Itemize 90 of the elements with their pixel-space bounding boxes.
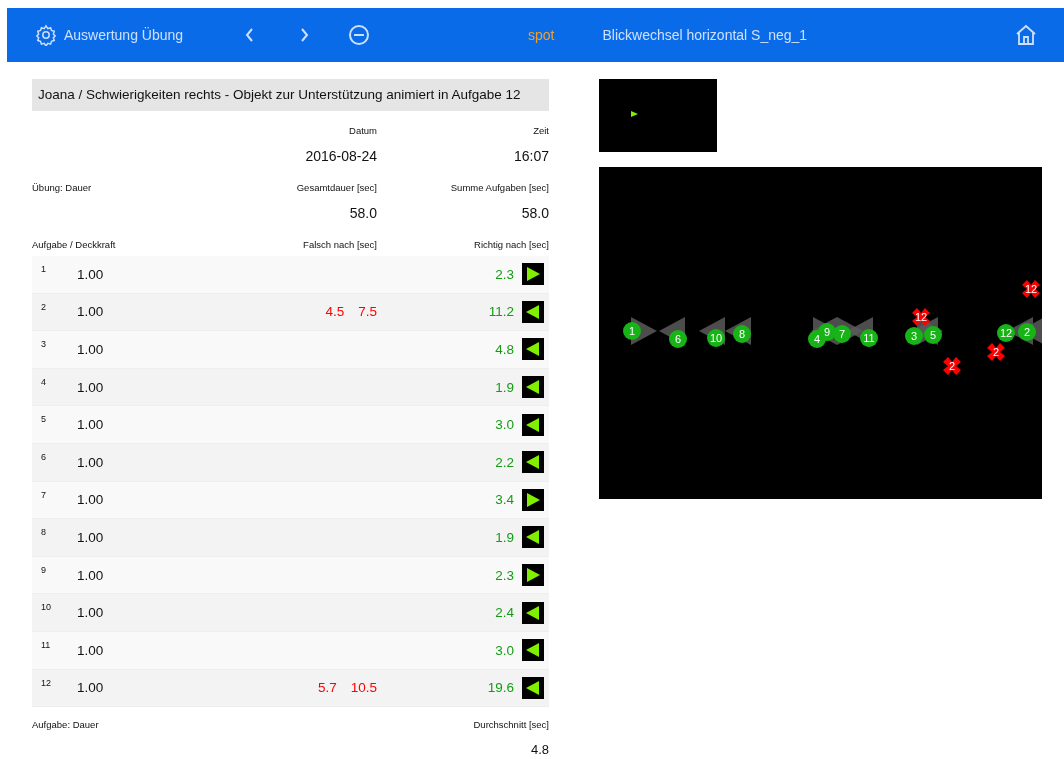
summary-value: 16:07: [512, 148, 549, 164]
column-label: Gesamtdauer [sec]: [295, 182, 377, 193]
task-number: 1: [40, 263, 47, 274]
home-icon[interactable]: [1014, 23, 1038, 47]
play-left-icon[interactable]: [522, 676, 544, 699]
play-left-icon[interactable]: [522, 526, 544, 549]
wrong-time: 10.5: [350, 680, 377, 696]
hit-marker: 6: [669, 330, 687, 348]
hit-marker: 3: [905, 327, 923, 345]
opacity-value: 1.00: [77, 417, 105, 433]
wrong-time: 5.7: [317, 680, 337, 696]
task-number: 4: [40, 375, 47, 387]
play-right-icon[interactable]: [522, 564, 544, 587]
wrong-time: 4.5: [325, 304, 345, 320]
play-left-icon[interactable]: [522, 413, 544, 436]
session-title: Joana / Schwierigkeiten rechts - Objekt zur Unterstützung animiert in Aufgabe 12: [32, 79, 549, 111]
hit-marker: 11: [860, 329, 878, 347]
column-label: Datum: [348, 125, 377, 136]
opacity-value: 1.00: [77, 680, 105, 696]
task-number: 10: [40, 601, 52, 613]
correct-time: 2.3: [494, 266, 515, 282]
minus-circle-icon[interactable]: [348, 24, 370, 46]
wrong-time: 7.5: [358, 304, 377, 320]
task-number: 3: [40, 338, 47, 350]
task-number: 12: [40, 676, 52, 688]
mode-label: spot: [528, 27, 555, 43]
opacity-value: 1.00: [77, 304, 105, 320]
duration-value: 58.0: [348, 205, 377, 221]
correct-time: 3.0: [494, 642, 515, 658]
correct-time: 1.9: [494, 379, 515, 395]
play-left-icon[interactable]: [522, 601, 544, 624]
task-number: 6: [40, 450, 47, 462]
section-label: Aufgabe: Dauer: [32, 719, 100, 731]
hit-marker: 10: [707, 329, 725, 347]
opacity-value: 1.00: [77, 379, 105, 395]
column-header: Falsch nach [sec]: [302, 239, 377, 250]
play-left-icon[interactable]: [522, 451, 544, 474]
play-right-icon[interactable]: [522, 488, 544, 511]
column-header: Aufgabe / Deckkraft: [32, 239, 117, 250]
page-title: Auswertung Übung: [64, 27, 185, 43]
correct-time: 3.0: [494, 417, 515, 433]
column-label: Durchschnitt [sec]: [472, 719, 549, 731]
play-left-icon[interactable]: [522, 376, 544, 399]
hit-marker: 2: [1018, 323, 1036, 341]
column-label: Zeit: [532, 125, 549, 136]
play-left-icon[interactable]: [522, 338, 544, 361]
play-left-icon[interactable]: [522, 639, 544, 662]
play-right-icon[interactable]: [522, 263, 544, 286]
task-number: 9: [40, 563, 47, 575]
opacity-value: 1.00: [77, 266, 105, 282]
opacity-value: 1.00: [77, 642, 105, 658]
task-number: 5: [40, 413, 47, 425]
chevron-right-icon[interactable]: [298, 27, 310, 43]
task-number: 8: [40, 526, 47, 538]
column-label: Summe Aufgaben [sec]: [449, 182, 549, 193]
miss-marker: 12: [912, 308, 930, 326]
settings-icon[interactable]: [35, 24, 57, 46]
task-number: 11: [40, 638, 52, 650]
section-label: Übung: Dauer: [32, 182, 93, 193]
opacity-value: 1.00: [77, 529, 105, 545]
opacity-value: 1.00: [77, 492, 105, 508]
opacity-value: 1.00: [77, 567, 105, 583]
correct-time: 1.9: [494, 529, 515, 545]
correct-time: 2.4: [494, 605, 515, 621]
task-number: 7: [40, 488, 47, 500]
column-header: Richtig nach [sec]: [473, 239, 549, 250]
hit-marker: 1: [623, 322, 641, 340]
correct-time: 11.2: [487, 304, 515, 320]
correct-time: 2.3: [494, 567, 515, 583]
hit-marker: 12: [997, 324, 1015, 342]
summary-value: 2016-08-24: [304, 148, 377, 164]
hit-marker: 5: [924, 326, 942, 344]
average-value: 4.8: [529, 742, 549, 758]
task-number: 2: [40, 300, 47, 312]
hit-marker: 8: [733, 325, 751, 343]
opacity-value: 1.00: [77, 605, 105, 621]
opacity-value: 1.00: [77, 454, 105, 470]
opacity-value: 1.00: [77, 342, 105, 357]
exercise-title: Blickwechsel horizontal S_neg_1: [602, 27, 809, 43]
hit-marker: 7: [833, 325, 851, 343]
play-left-icon[interactable]: [522, 300, 544, 323]
correct-time: 4.8: [494, 342, 515, 357]
correct-time: 2.2: [494, 454, 515, 470]
miss-marker: 2: [987, 343, 1005, 361]
duration-value: 58.0: [520, 205, 549, 221]
chevron-left-icon[interactable]: [244, 27, 256, 43]
miss-marker: 12: [1022, 280, 1040, 298]
miss-marker: 2: [943, 357, 961, 375]
correct-time: 19.6: [486, 680, 515, 696]
correct-time: 3.4: [494, 492, 515, 508]
